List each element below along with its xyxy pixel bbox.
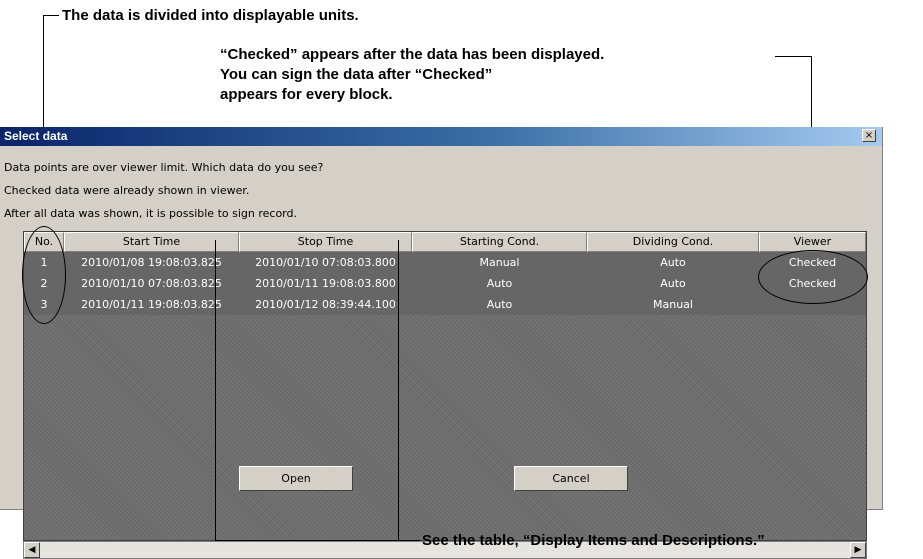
- cell-viewer: Checked: [788, 277, 837, 290]
- message-line-2: Checked data were already shown in viewe…: [4, 184, 250, 197]
- cell-stop-time: 2010/01/12 08:39:44.100: [255, 298, 396, 311]
- cell-starting-cond: Auto: [486, 277, 513, 290]
- cell-no: 1: [40, 256, 48, 269]
- dialog-titlebar: Select data ×: [0, 127, 882, 146]
- cell-start-time: 2010/01/11 19:08:03.825: [81, 298, 222, 311]
- column-header-starting-cond[interactable]: Starting Cond.: [412, 232, 587, 252]
- annotation-checked-line1: “Checked” appears after the data has bee…: [220, 46, 605, 63]
- dialog-title: Select data: [4, 129, 68, 143]
- cell-stop-time: 2010/01/10 07:08:03.800: [255, 256, 396, 269]
- callout-line-table-bottom: [215, 540, 420, 541]
- callout-line-checked-h: [775, 56, 812, 57]
- column-header-dividing-cond[interactable]: Dividing Cond.: [587, 232, 759, 252]
- cell-dividing-cond: Auto: [660, 277, 686, 290]
- annotation-see-table: See the table, “Display Items and Descri…: [422, 532, 765, 549]
- cell-no: 2: [40, 277, 48, 290]
- callout-line-divided-h: [43, 15, 59, 16]
- cell-stop-time: 2010/01/11 19:08:03.800: [255, 277, 396, 290]
- cancel-button[interactable]: Cancel: [514, 466, 628, 491]
- scroll-right-icon[interactable]: ▶: [850, 542, 866, 558]
- scroll-left-icon[interactable]: ◀: [24, 542, 40, 558]
- data-grid: No. Start Time Stop Time Starting Cond. …: [23, 231, 867, 541]
- message-line-3: After all data was shown, it is possible…: [4, 207, 297, 220]
- callout-line-table-left: [215, 240, 216, 541]
- open-button[interactable]: Open: [239, 466, 353, 491]
- column-header-viewer[interactable]: Viewer: [759, 232, 866, 252]
- message-line-1: Data points are over viewer limit. Which…: [4, 161, 324, 174]
- cell-viewer: Checked: [788, 256, 837, 269]
- table-row[interactable]: 2 2010/01/10 07:08:03.825 2010/01/11 19:…: [24, 273, 866, 294]
- close-icon[interactable]: ×: [862, 129, 876, 142]
- column-header-no[interactable]: No.: [24, 232, 64, 252]
- cell-viewer: [759, 294, 866, 315]
- table-row[interactable]: 3 2010/01/11 19:08:03.825 2010/01/12 08:…: [24, 294, 866, 315]
- callout-line-table-right: [398, 240, 399, 541]
- cell-starting-cond: Auto: [486, 298, 513, 311]
- cell-starting-cond: Manual: [479, 256, 520, 269]
- annotation-divided: The data is divided into displayable uni…: [62, 7, 359, 24]
- cell-dividing-cond: Auto: [660, 256, 686, 269]
- table-row[interactable]: 1 2010/01/08 19:08:03.825 2010/01/10 07:…: [24, 252, 866, 273]
- cell-start-time: 2010/01/10 07:08:03.825: [81, 277, 222, 290]
- column-header-start-time[interactable]: Start Time: [64, 232, 239, 252]
- select-data-dialog: Select data × Data points are over viewe…: [0, 127, 883, 559]
- annotation-checked-line3: appears for every block.: [220, 86, 393, 103]
- cell-start-time: 2010/01/08 19:08:03.825: [81, 256, 222, 269]
- cell-no: 3: [40, 298, 48, 311]
- column-header-stop-time[interactable]: Stop Time: [239, 232, 412, 252]
- data-table: No. Start Time Stop Time Starting Cond. …: [23, 231, 867, 559]
- cell-dividing-cond: Manual: [653, 298, 693, 311]
- annotation-checked-line2: You can sign the data after “Checked”: [220, 66, 493, 83]
